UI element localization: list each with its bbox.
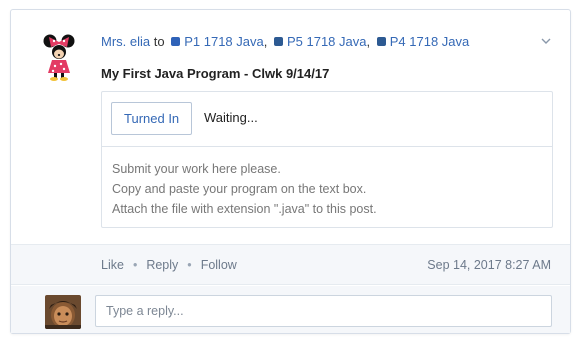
group-color-swatch [171,37,181,46]
reply-link[interactable]: Reply [146,258,178,272]
chevron-down-icon[interactable] [540,35,552,47]
group-link[interactable]: P4 1718 Java [390,34,470,49]
author-avatar-icon[interactable] [41,33,77,81]
group-link[interactable]: P5 1718 Java [287,34,367,49]
author-link[interactable]: Mrs. elia [101,34,150,49]
post-header: Mrs. elia to P1 1718 Java, P5 1718 Java,… [101,34,469,49]
group-separator: , [263,34,268,49]
user-avatar-icon [45,295,81,329]
group-color-swatch [376,37,386,46]
to-label: to [153,34,165,49]
reply-input[interactable] [95,295,552,327]
assignment-instructions: Submit your work here please. Copy and p… [112,159,377,219]
action-separator: • [132,258,138,272]
instruction-line: Attach the file with extension ".java" t… [112,202,377,216]
action-separator: • [187,258,192,272]
post-timestamp[interactable]: Sep 14, 2017 8:27 AM [427,258,551,272]
group-chip-p5[interactable]: P5 1718 Java [271,34,367,49]
instruction-line: Copy and paste your program on the text … [112,182,367,196]
group-separator: , [366,34,371,49]
post-footer: Like • Reply • Follow Sep 14, 2017 8:27 … [11,244,570,285]
group-chip-p1[interactable]: P1 1718 Java [168,34,264,49]
follow-link[interactable]: Follow [201,258,237,272]
turned-in-button[interactable]: Turned In [111,102,193,135]
like-link[interactable]: Like [101,258,124,272]
group-link[interactable]: P1 1718 Java [184,34,264,49]
group-chip-p4[interactable]: P4 1718 Java [374,34,470,49]
group-color-swatch [273,37,283,46]
reply-row [11,286,570,333]
status-text: Waiting... [204,110,258,125]
assignment-status-bar: Turned In Waiting... [102,92,552,147]
post-actions: Like • Reply • Follow [101,258,237,272]
post-card: Mrs. elia to P1 1718 Java, P5 1718 Java,… [10,9,571,334]
assignment-box: Turned In Waiting... Submit your work he… [101,91,553,228]
post-title: My First Java Program - Clwk 9/14/17 [101,66,330,81]
instruction-line: Submit your work here please. [112,162,281,176]
